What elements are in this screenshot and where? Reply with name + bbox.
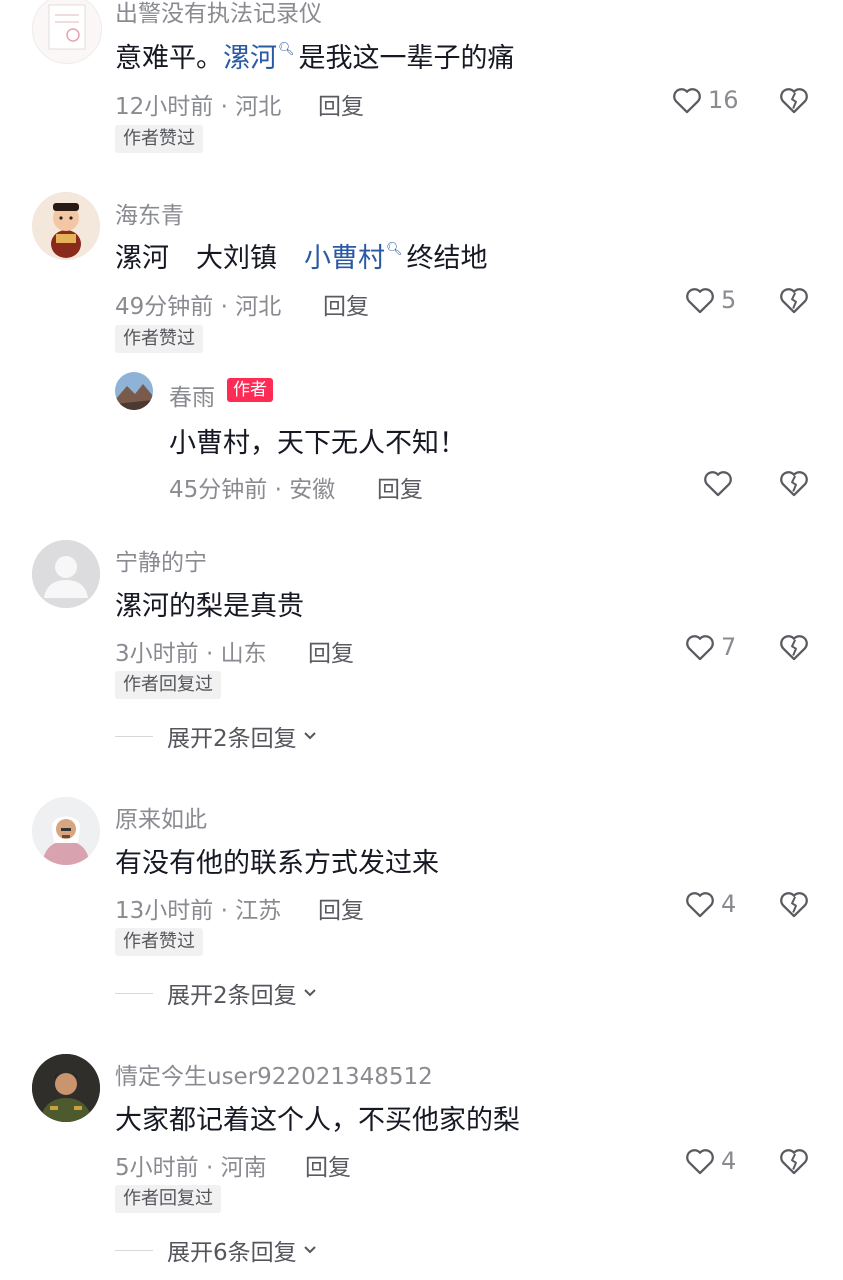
comment-text-part: 意难平。 (115, 43, 223, 74)
avatar[interactable] (32, 192, 100, 260)
keyword-link[interactable]: 小曹村 (304, 243, 385, 274)
like-count: 7 (721, 633, 737, 661)
broken-heart-icon[interactable] (777, 887, 811, 921)
search-icon[interactable]: 🔍︎ (278, 42, 295, 57)
heart-outline-icon (704, 471, 732, 497)
avatar[interactable] (32, 540, 100, 608)
reply-button[interactable]: 回复 (305, 1148, 351, 1182)
comment-text-part: 漯河 大刘镇 (115, 243, 304, 274)
landscape-avatar-icon (115, 372, 153, 410)
person-avatar-icon (32, 1054, 100, 1122)
comment-text: 意难平。漯河🔍︎ 是我这一辈子的痛 (115, 36, 515, 75)
expand-replies-label: 展开6条回复 (167, 1240, 297, 1266)
comment-time-location: 49分钟前 · 河北 (115, 294, 282, 320)
avatar[interactable] (32, 1054, 100, 1122)
author-tag: 作者 (227, 378, 273, 402)
expand-replies-label: 展开2条回复 (167, 726, 297, 752)
comment-username[interactable]: 情定今生user922021348512 (115, 1057, 433, 1091)
broken-heart-icon[interactable] (777, 630, 811, 664)
person-avatar-icon (32, 797, 100, 865)
author-liked-badge: 作者赞过 (115, 325, 203, 353)
reply-username[interactable]: 春雨 (169, 378, 215, 412)
comment-time-location: 12小时前 · 河北 (115, 94, 282, 120)
cartoon-avatar-icon (32, 192, 100, 260)
avatar[interactable] (32, 0, 102, 64)
expand-replies-button[interactable]: 展开6条回复 (115, 1233, 317, 1267)
chevron-down-icon (303, 732, 316, 740)
comment-time-location: 13小时前 · 江苏 (115, 898, 282, 924)
heart-outline-icon (673, 88, 701, 114)
author-replied-badge: 作者回复过 (115, 671, 221, 699)
search-icon[interactable]: 🔍︎ (386, 242, 403, 257)
chevron-down-icon (303, 989, 316, 997)
author-liked-badge: 作者赞过 (115, 928, 203, 956)
document-avatar-icon (48, 4, 86, 50)
author-replied-badge: 作者回复过 (115, 1185, 221, 1213)
like-count: 4 (721, 890, 737, 918)
comment-text: 大家都记着这个人，不买他家的梨 (115, 1105, 520, 1136)
comment-text: 漯河的梨是真贵 (115, 591, 304, 622)
comment-username[interactable]: 原来如此 (115, 800, 207, 834)
comment-text: 漯河 大刘镇 小曹村🔍︎ 终结地 (115, 236, 488, 275)
heart-outline-icon (686, 892, 714, 918)
expand-divider (115, 735, 153, 737)
comment-time-location: 5小时前 · 河南 (115, 1155, 267, 1181)
chevron-down-icon (303, 1246, 316, 1254)
keyword-link[interactable]: 漯河 (223, 43, 277, 74)
author-liked-badge: 作者赞过 (115, 125, 203, 153)
like-button[interactable]: 5 (683, 280, 736, 320)
broken-heart-icon[interactable] (777, 1144, 811, 1178)
comment-username[interactable]: 宁静的宁 (115, 543, 207, 577)
expand-divider (115, 992, 153, 994)
comment-time-location: 3小时前 · 山东 (115, 641, 267, 667)
like-button[interactable]: 4 (683, 884, 736, 924)
like-count: 4 (721, 1147, 737, 1175)
comment-text-part: 终结地 (406, 243, 488, 274)
expand-divider (115, 1249, 153, 1251)
comment-username[interactable]: 海东青 (115, 196, 184, 230)
comment-text-part: 是我这一辈子的痛 (298, 43, 515, 74)
reply-button[interactable]: 回复 (318, 891, 364, 925)
reply-button[interactable]: 回复 (377, 470, 423, 504)
reply-button[interactable]: 回复 (323, 287, 369, 321)
like-button[interactable]: 4 (683, 1141, 736, 1181)
comment-username[interactable]: 出警没有执法记录仪 (115, 0, 322, 28)
like-count: 16 (708, 86, 739, 114)
expand-replies-button[interactable]: 展开2条回复 (115, 719, 317, 753)
reply-avatar[interactable] (115, 372, 153, 410)
like-button[interactable]: 7 (683, 627, 736, 667)
like-button[interactable]: 16 (670, 80, 739, 120)
like-button[interactable] (701, 463, 739, 503)
reply-button[interactable]: 回复 (318, 87, 364, 121)
like-count: 5 (721, 286, 737, 314)
expand-replies-button[interactable]: 展开2条回复 (115, 976, 317, 1010)
heart-outline-icon (686, 635, 714, 661)
broken-heart-icon[interactable] (777, 466, 811, 500)
heart-outline-icon (686, 288, 714, 314)
heart-outline-icon (686, 1149, 714, 1175)
avatar[interactable] (32, 797, 100, 865)
default-user-avatar-icon (32, 540, 100, 608)
comment-text: 有没有他的联系方式发过来 (115, 848, 439, 879)
expand-replies-label: 展开2条回复 (167, 983, 297, 1009)
broken-heart-icon[interactable] (777, 283, 811, 317)
reply-time-location: 45分钟前 · 安徽 (169, 477, 336, 503)
reply-text: 小曹村，天下无人不知！ (169, 428, 466, 459)
reply-button[interactable]: 回复 (308, 634, 354, 668)
broken-heart-icon[interactable] (777, 83, 811, 117)
